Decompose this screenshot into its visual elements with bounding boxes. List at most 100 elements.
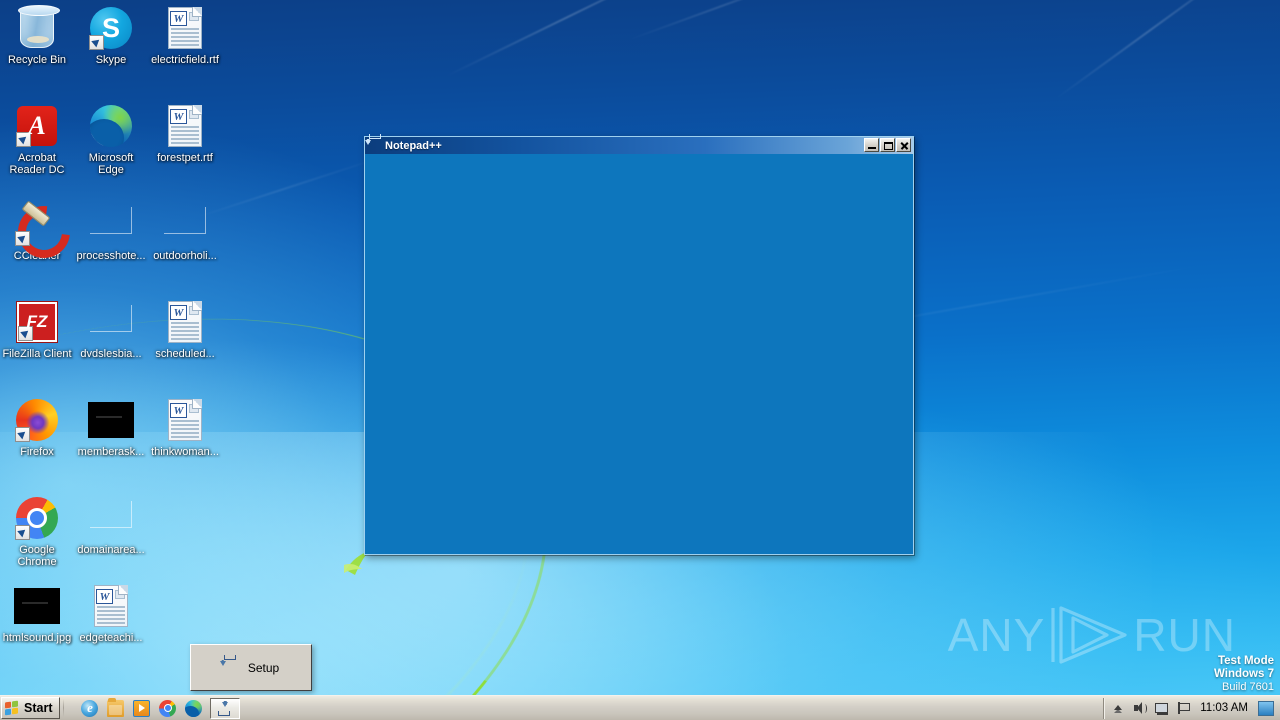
action-center-flag-icon[interactable]	[1176, 701, 1191, 715]
test-mode-line-2: Windows 7	[1214, 668, 1274, 680]
setup-download-icon	[365, 134, 382, 152]
tray-icon-group	[1110, 701, 1191, 715]
desktop-icon[interactable]: dvdslesbia...	[74, 294, 148, 392]
test-mode-line-1: Test Mode	[1217, 655, 1274, 667]
shortcut-overlay-icon	[90, 133, 104, 147]
blankfile-icon	[88, 201, 134, 247]
desktop-icon-label: thinkwoman...	[151, 446, 219, 458]
shortcut-overlay-icon	[15, 427, 30, 442]
desktop-icon[interactable]: Wthinkwoman...	[148, 392, 222, 490]
desktop-icon-label: FileZilla Client	[2, 348, 72, 360]
system-tray: 11:03 AM	[1103, 697, 1278, 719]
desktop-icon[interactable]: FileZilla Client	[0, 294, 74, 392]
start-button-label: Start	[24, 701, 53, 715]
windows-explorer-icon[interactable]	[107, 697, 125, 717]
desktop-icon[interactable]: Skype	[74, 0, 148, 98]
shortcut-overlay-icon	[16, 132, 31, 147]
recyclebin-icon	[14, 5, 60, 51]
chrome-icon	[14, 495, 60, 541]
doc-icon: W	[162, 5, 208, 51]
desktop-icon-label: Recycle Bin	[7, 54, 67, 66]
shortcut-overlay-icon	[15, 231, 30, 246]
desktop-icon-label: processhote...	[76, 250, 146, 262]
blankfile-icon	[88, 299, 134, 345]
start-button[interactable]: Start	[1, 697, 61, 719]
minimize-button[interactable]	[864, 138, 879, 152]
desktop-icon[interactable]: Google Chrome	[0, 490, 74, 588]
doc-icon: W	[162, 103, 208, 149]
ccleaner-icon	[14, 201, 60, 247]
shortcut-overlay-icon	[15, 525, 30, 540]
doc-icon: W	[162, 397, 208, 443]
setup-download-icon	[217, 700, 233, 716]
desktop-icon-label: Google Chrome	[17, 544, 57, 568]
doc-icon: W	[162, 299, 208, 345]
blankfile-icon	[88, 495, 134, 541]
test-mode-line-3: Build 7601	[1222, 681, 1274, 693]
desktop-icon[interactable]: Firefox	[0, 392, 74, 490]
skype-icon	[88, 5, 134, 51]
desktop-icon[interactable]: Wedgeteachi...	[74, 578, 148, 676]
show-desktop-button[interactable]	[1258, 700, 1274, 716]
window-client-area[interactable]	[365, 154, 913, 554]
desktop-icon-label: edgeteachi...	[79, 632, 143, 644]
internet-explorer-icon[interactable]	[81, 699, 99, 717]
desktop-icon[interactable]: outdoorholi...	[148, 196, 222, 294]
taskbar-button-setup[interactable]	[210, 697, 241, 719]
setup-taskbar-preview[interactable]: Setup	[190, 644, 312, 691]
desktop-icon-label: Acrobat Reader DC	[9, 152, 65, 176]
taskbar-window-buttons	[210, 697, 241, 719]
notepad-plus-plus-window[interactable]: Notepad++	[364, 134, 914, 555]
desktop-icon-label: Skype	[95, 54, 127, 66]
desktop-icon-label: outdoorholi...	[153, 250, 217, 262]
desktop-icon[interactable]: Recycle Bin	[0, 0, 74, 98]
desktop-icon-label: htmlsound.jpg	[2, 632, 72, 644]
test-mode-watermark: Test Mode Windows 7 Build 7601	[1214, 655, 1274, 694]
desktop-icon-label: forestpet.rtf	[157, 152, 213, 164]
blackimg-icon	[88, 397, 134, 443]
desktop-icon[interactable]: processhote...	[74, 196, 148, 294]
shortcut-overlay-icon	[18, 326, 33, 341]
close-button[interactable]	[896, 138, 911, 152]
show-hidden-icons-chevron[interactable]	[1110, 701, 1125, 715]
window-titlebar[interactable]: Notepad++	[365, 134, 913, 154]
chrome-icon[interactable]	[159, 699, 177, 717]
desktop-icon-label: domainarea...	[77, 544, 145, 556]
maximize-button[interactable]	[880, 138, 895, 152]
acrobat-icon	[14, 103, 60, 149]
volume-icon[interactable]	[1132, 701, 1148, 715]
desktop-icon-grid: Recycle Bin Skype Welectricfield.rtf Acroba…	[0, 0, 230, 690]
desktop-icon[interactable]: memberask...	[74, 392, 148, 490]
taskbar: Start 11:03 AM	[0, 695, 1280, 720]
setup-download-icon	[219, 654, 241, 676]
desktop-icon-label: electricfield.rtf	[151, 54, 219, 66]
clock[interactable]: 11:03 AM	[1198, 702, 1250, 714]
firefox-icon	[14, 397, 60, 443]
blankfile-icon	[162, 201, 208, 247]
edge-icon	[88, 103, 134, 149]
network-icon[interactable]	[1154, 701, 1169, 715]
edge-icon[interactable]	[185, 699, 203, 717]
desktop-icon-label: Firefox	[20, 446, 54, 458]
quick-launch-bar	[81, 697, 203, 717]
doc-icon: W	[88, 583, 134, 629]
taskbar-separator	[63, 699, 65, 717]
media-player-icon[interactable]	[133, 699, 151, 717]
desktop-icon[interactable]: Acrobat Reader DC	[0, 98, 74, 196]
desktop-icon[interactable]: htmlsound.jpg	[0, 578, 74, 676]
filezilla-icon	[14, 299, 60, 345]
desktop-icon[interactable]: Wscheduled...	[148, 294, 222, 392]
desktop-icon-label: memberask...	[77, 446, 145, 458]
desktop-icon-label: Microsoft Edge	[88, 152, 134, 176]
window-title: Notepad++	[385, 139, 442, 152]
desktop-icon[interactable]: Welectricfield.rtf	[148, 0, 222, 98]
shortcut-overlay-icon	[89, 35, 104, 50]
window-controls	[864, 138, 911, 152]
blackimg-icon	[14, 583, 60, 629]
desktop-icon-label: dvdslesbia...	[80, 348, 142, 360]
desktop-icon[interactable]: Wforestpet.rtf	[148, 98, 222, 196]
windows-flag-icon	[5, 700, 20, 716]
desktop-icon[interactable]: domainarea...	[74, 490, 148, 588]
desktop-icon[interactable]: CCleaner	[0, 196, 74, 294]
desktop-icon[interactable]: Microsoft Edge	[74, 98, 148, 196]
